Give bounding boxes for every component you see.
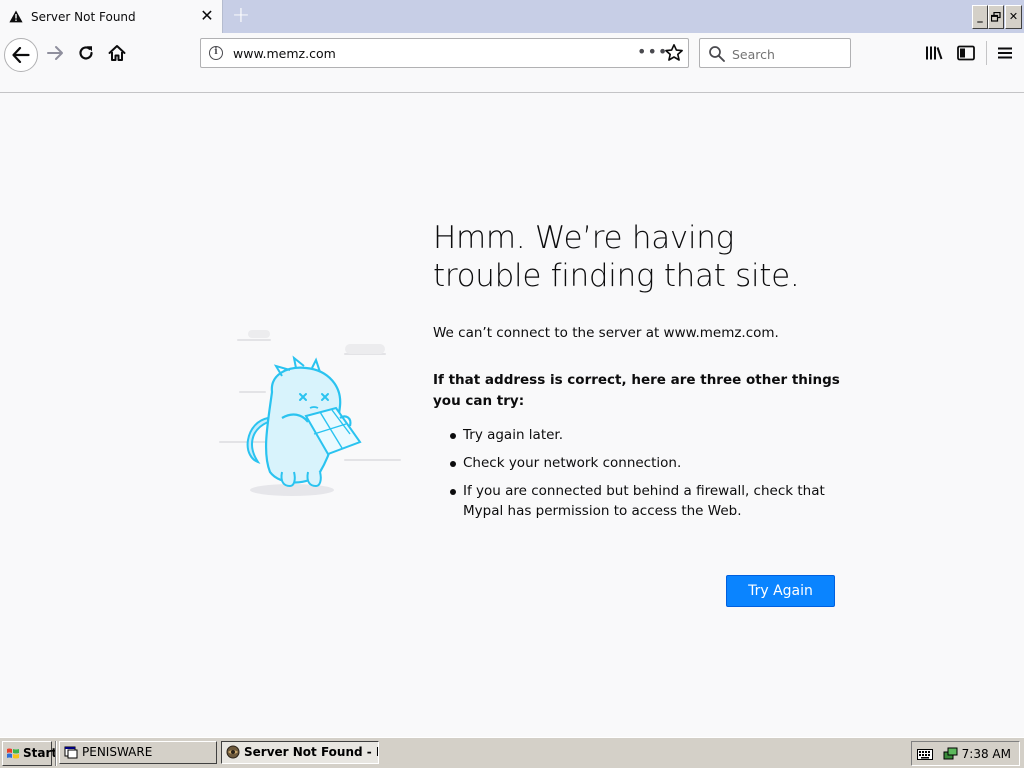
search-icon [709,46,725,62]
network-icon[interactable] [942,746,958,762]
tab-strip: Server Not Found ✕ + _ ✕ [0,0,1024,33]
back-button[interactable] [4,38,38,72]
system-tray: 7:38 AM [911,741,1020,766]
try-again-button[interactable]: Try Again [726,575,835,607]
taskbar-button-browser[interactable]: Server Not Found - M... [221,741,379,764]
restore-icon [990,11,1001,22]
error-message: Hmm. We’re having trouble finding that s… [433,219,843,529]
suggestion-list: Try again later. Check your network conn… [433,425,843,521]
hamburger-menu-icon [998,47,1012,59]
tab-title: Server Not Found [31,10,136,24]
search-placeholder: Search [732,47,775,62]
navigation-toolbar: i www.memz.com ••• Search [0,33,1024,93]
error-description: We can’t connect to the server at www.me… [433,325,779,341]
library-button[interactable] [919,38,949,68]
back-arrow-icon [12,47,30,63]
sidebar-button[interactable] [951,38,981,68]
tab-close-icon[interactable]: ✕ [199,8,215,24]
site-info-icon[interactable]: i [209,46,223,60]
taskbar-button-peniswware[interactable]: PENISWARE [59,741,217,764]
home-icon [108,45,126,61]
start-label: Start [23,746,58,760]
menu-button[interactable] [990,38,1020,68]
tab-server-not-found[interactable]: Server Not Found ✕ [0,0,223,33]
keyboard-icon[interactable] [917,747,933,761]
page-content: Hmm. We’re having trouble finding that s… [0,94,1024,737]
url-text[interactable]: www.memz.com [233,46,336,61]
window-icon [64,746,78,759]
task-label: Server Not Found - M... [244,745,378,759]
minimize-button[interactable]: _ [972,5,988,29]
clock[interactable]: 7:38 AM [962,747,1011,761]
address-bar[interactable]: i www.memz.com ••• [200,38,689,68]
warning-icon [9,10,23,23]
taskbar-separator [55,741,57,766]
forward-arrow-icon [47,46,63,60]
sidebar-icon [957,45,975,61]
library-icon [926,46,943,60]
close-window-button[interactable]: ✕ [1005,5,1022,29]
home-button[interactable] [102,38,132,68]
suggestion-item: If you are connected but behind a firewa… [433,481,843,521]
suggestion-heading: If that address is correct, here are thr… [433,372,840,409]
suggestion-item: Check your network connection. [433,453,843,473]
taskbar: Start PENISWARE Server Not Found - M... [0,737,1024,768]
browser-icon [226,745,240,759]
restore-button[interactable] [988,5,1004,29]
reload-button[interactable] [71,38,101,68]
bookmark-star-icon[interactable] [664,43,684,63]
search-bar[interactable]: Search [699,38,851,68]
new-tab-icon[interactable]: + [230,4,252,28]
suggestion-item: Try again later. [433,425,843,445]
task-label: PENISWARE [82,745,153,759]
windows-flag-icon [7,748,19,759]
confused-dino-illustration [219,330,401,496]
reload-icon [79,46,93,60]
start-button[interactable]: Start [2,741,57,766]
error-title: Hmm. We’re having trouble finding that s… [433,220,800,294]
toolbar-separator [986,41,987,65]
forward-button[interactable] [40,38,70,68]
